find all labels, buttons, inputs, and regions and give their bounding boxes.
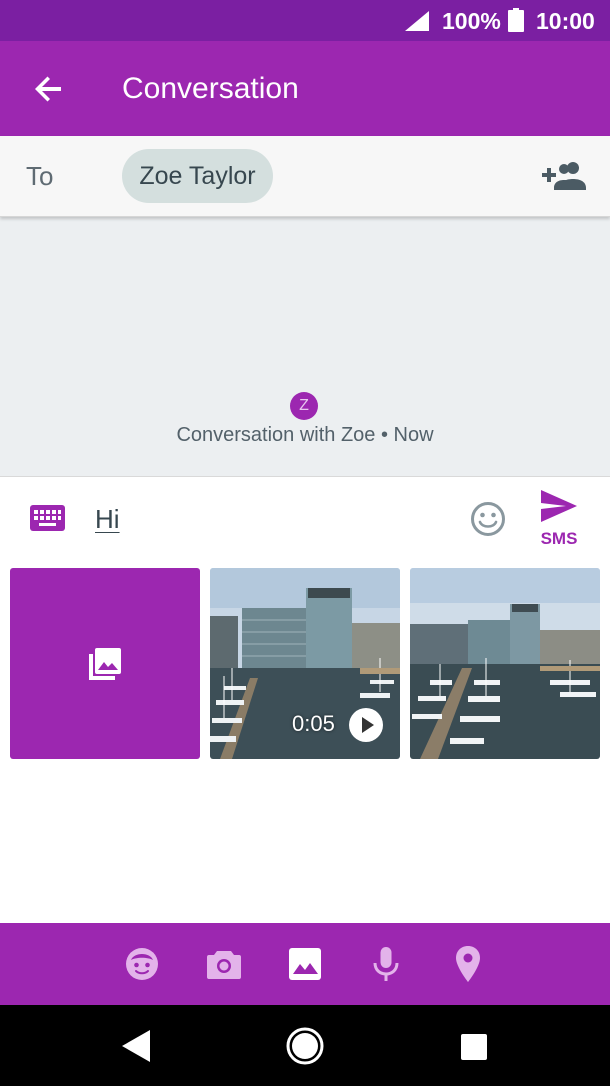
recipient-row: To Zoe Taylor: [0, 136, 610, 217]
sticker-icon[interactable]: [122, 944, 162, 984]
attachment-bar: [0, 923, 610, 1005]
contact-avatar: Z: [290, 392, 318, 420]
battery-icon: [508, 8, 524, 32]
arrow-back-icon[interactable]: [28, 69, 68, 109]
add-people-icon[interactable]: [540, 158, 586, 194]
conversation-area: Z Conversation with Zoe • Now: [0, 217, 610, 476]
message-input[interactable]: Hi: [95, 503, 120, 535]
battery-percentage: 100%: [442, 8, 501, 34]
system-nav-bar: [0, 1005, 610, 1086]
to-label: To: [26, 161, 54, 191]
photo-thumbnail[interactable]: [410, 568, 600, 759]
video-thumbnail[interactable]: 0:05: [210, 568, 400, 759]
status-bar: 100% 10:00: [0, 0, 610, 41]
signal-icon: [405, 11, 429, 31]
recipient-chip[interactable]: Zoe Taylor: [122, 149, 273, 203]
recents-nav-icon[interactable]: [461, 1034, 487, 1060]
emoji-icon[interactable]: [470, 501, 506, 537]
send-sms-button[interactable]: SMS: [536, 487, 582, 549]
page-title: Conversation: [122, 72, 299, 105]
clock: 10:00: [536, 8, 595, 34]
app-bar: Conversation: [0, 41, 610, 136]
media-picker: 0:05: [0, 568, 610, 759]
location-icon[interactable]: [448, 944, 488, 984]
send-label: SMS: [540, 529, 578, 548]
camera-icon[interactable]: [204, 944, 244, 984]
gallery-tile[interactable]: [10, 568, 200, 759]
video-duration: 0:05: [292, 711, 335, 736]
microphone-icon[interactable]: [366, 944, 406, 984]
home-nav-icon[interactable]: [285, 1026, 325, 1066]
image-icon[interactable]: [285, 944, 325, 984]
send-icon: [541, 490, 577, 522]
conversation-info: Conversation with Zoe • Now: [176, 424, 434, 446]
keyboard-icon[interactable]: [30, 505, 65, 531]
compose-bar: Hi SMS: [0, 476, 610, 558]
play-icon[interactable]: [349, 708, 383, 742]
photo-library-icon: [89, 648, 121, 680]
back-nav-icon[interactable]: [120, 1029, 152, 1063]
harbor-photo: [410, 568, 600, 759]
